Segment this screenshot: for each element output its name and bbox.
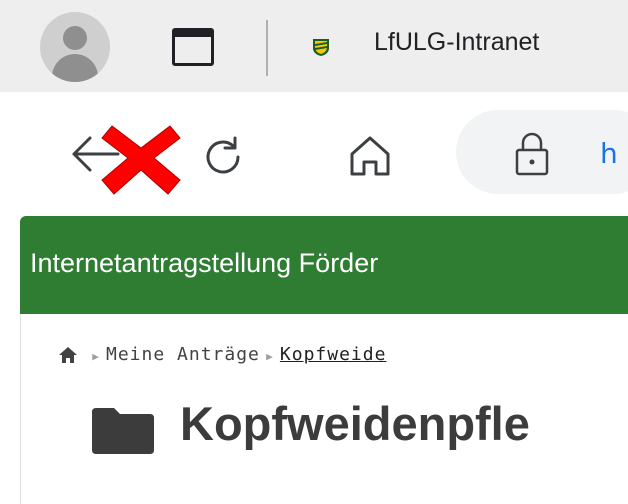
- profile-avatar-icon[interactable]: [40, 12, 110, 82]
- tab-divider: [266, 20, 268, 76]
- tab-switcher-icon[interactable]: [172, 28, 214, 66]
- url-text[interactable]: h: [600, 137, 618, 170]
- red-x-icon: [101, 125, 181, 195]
- app-header-title[interactable]: Internetantragstellung Förder: [30, 248, 378, 279]
- breadcrumb-separator-icon: ▶: [92, 350, 100, 363]
- breadcrumb-home-icon[interactable]: [58, 345, 78, 365]
- breadcrumb-item-meine-antraege[interactable]: Meine Anträge: [106, 344, 260, 365]
- folder-icon: [92, 408, 154, 454]
- breadcrumb-separator-icon: ▶: [266, 350, 274, 363]
- lock-icon[interactable]: [512, 130, 552, 178]
- browser-tab-strip: LfULG-Intranet: [0, 0, 628, 92]
- home-icon[interactable]: [346, 132, 394, 178]
- page-title: Kopfweidenpfle: [180, 397, 530, 450]
- app-header: Internetantragstellung Förder: [20, 216, 628, 314]
- breadcrumb-item-kopfweide[interactable]: Kopfweide: [280, 344, 387, 365]
- site-favicon-icon: [313, 39, 329, 56]
- tab-title[interactable]: LfULG-Intranet: [374, 28, 539, 57]
- breadcrumb: ▶ Meine Anträge ▶ Kopfweide: [58, 344, 386, 374]
- reload-icon[interactable]: [200, 134, 246, 180]
